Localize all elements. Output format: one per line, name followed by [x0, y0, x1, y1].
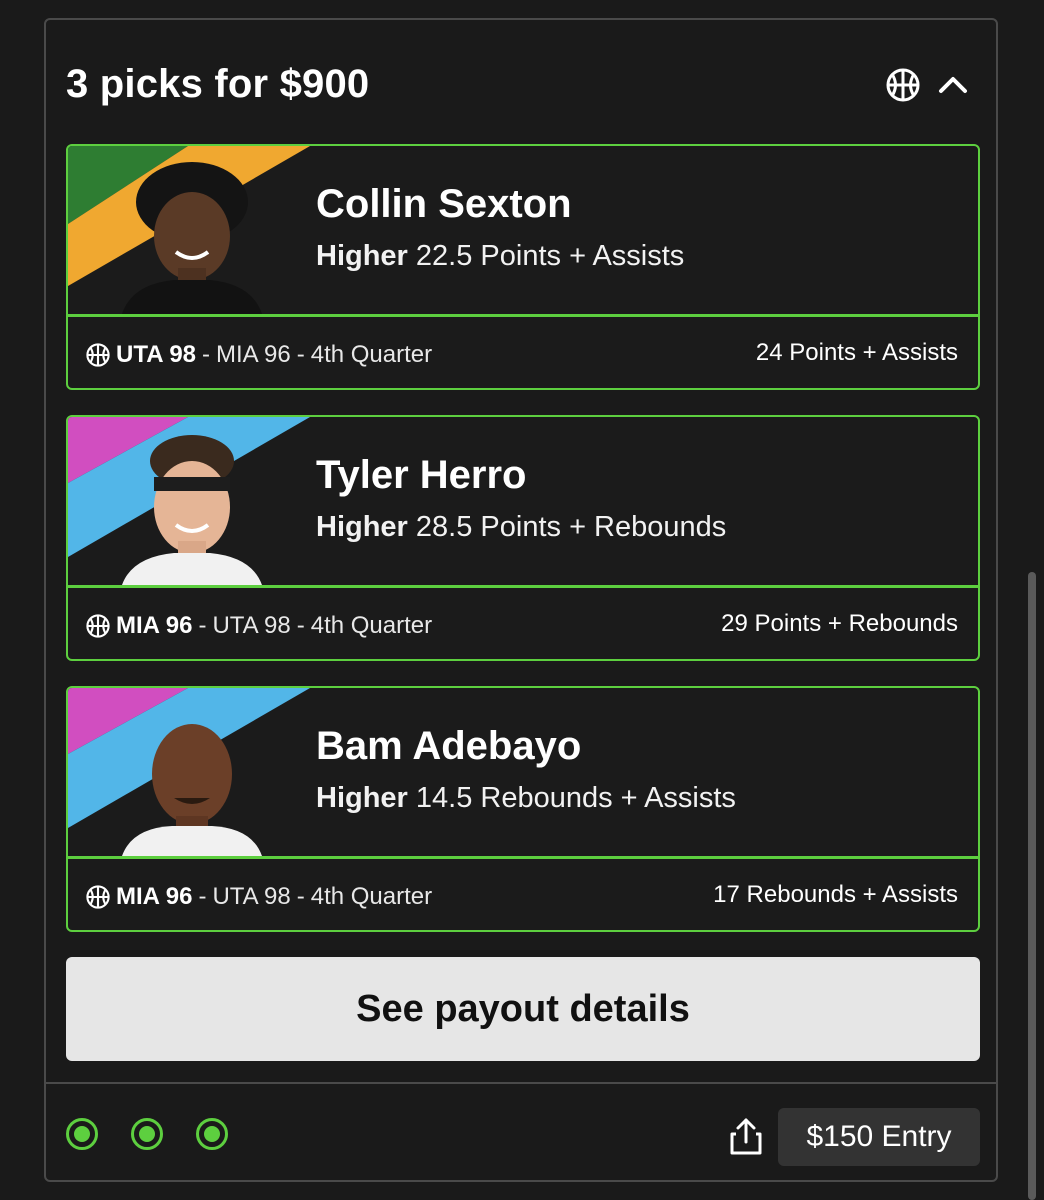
- player-headshot: [122, 162, 262, 314]
- basketball-icon: [86, 614, 110, 638]
- pick-stat: 22.5 Points + Assists: [415, 240, 685, 272]
- separator: -: [296, 883, 305, 910]
- pick-footer: UTA 98 - MIA 96 - 4th Quarter 24 Points …: [68, 317, 978, 388]
- opponent-score: UTA 98: [212, 883, 291, 910]
- pick-header: Tyler Herro Higher 28.5 Points + Rebound…: [68, 417, 978, 588]
- team-score: UTA 98: [116, 341, 197, 368]
- lineup-card: 3 picks for $900 Collin Sexton Higher 22…: [44, 18, 998, 1182]
- see-payout-details-button[interactable]: See payout details: [66, 957, 980, 1061]
- pick-line: Higher 22.5 Points + Assists: [316, 240, 684, 273]
- pick-line: Higher 28.5 Points + Rebounds: [316, 511, 726, 544]
- pick-stat: 28.5 Points + Rebounds: [415, 511, 727, 543]
- game-score: UTA 98 - MIA 96 - 4th Quarter: [86, 341, 432, 369]
- stat-result: 29 Points + Rebounds: [721, 610, 958, 637]
- game-period: 4th Quarter: [310, 341, 433, 368]
- pick-footer: MIA 96 - UTA 98 - 4th Quarter 17 Rebound…: [68, 859, 978, 930]
- player-name: Bam Adebayo: [316, 724, 582, 768]
- basketball-icon: [86, 343, 110, 367]
- player-headshot: [122, 435, 262, 585]
- player-headshot: [122, 724, 262, 856]
- pick-direction: Higher: [316, 782, 408, 814]
- game-period: 4th Quarter: [310, 612, 433, 639]
- stat-result: 24 Points + Assists: [755, 339, 958, 366]
- game-period: 4th Quarter: [310, 883, 433, 910]
- separator: -: [198, 612, 207, 639]
- entry-amount-badge[interactable]: $150 Entry: [778, 1108, 980, 1166]
- pick-card[interactable]: Collin Sexton Higher 22.5 Points + Assis…: [66, 144, 980, 390]
- pick-direction: Higher: [316, 240, 408, 272]
- team-score: MIA 96: [116, 612, 193, 639]
- lineup-title: 3 picks for $900: [66, 62, 370, 106]
- header-icons: [886, 68, 970, 107]
- team-score: MIA 96: [116, 883, 193, 910]
- pick-header: Collin Sexton Higher 22.5 Points + Assis…: [68, 146, 978, 317]
- basketball-icon: [886, 68, 920, 107]
- chevron-up-icon[interactable]: [936, 68, 970, 107]
- pick-card[interactable]: Tyler Herro Higher 28.5 Points + Rebound…: [66, 415, 980, 661]
- stat-result: 17 Rebounds + Assists: [713, 881, 958, 908]
- pick-stat: 14.5 Rebounds + Assists: [415, 782, 736, 814]
- pick-line: Higher 14.5 Rebounds + Assists: [316, 782, 736, 815]
- separator: -: [296, 341, 305, 368]
- scrollbar[interactable]: [1028, 572, 1036, 1200]
- pick-status-dots: [66, 1118, 228, 1150]
- pick-card[interactable]: Bam Adebayo Higher 14.5 Rebounds + Assis…: [66, 686, 980, 932]
- separator: -: [198, 883, 207, 910]
- share-icon[interactable]: [728, 1116, 764, 1156]
- player-name: Collin Sexton: [316, 182, 572, 226]
- opponent-score: MIA 96: [216, 341, 291, 368]
- game-score: MIA 96 - UTA 98 - 4th Quarter: [86, 612, 432, 640]
- pick-direction: Higher: [316, 511, 408, 543]
- status-dot: [131, 1118, 163, 1150]
- game-score: MIA 96 - UTA 98 - 4th Quarter: [86, 883, 432, 911]
- basketball-icon: [86, 885, 110, 909]
- pick-footer: MIA 96 - UTA 98 - 4th Quarter 29 Points …: [68, 588, 978, 659]
- separator: -: [202, 341, 211, 368]
- footer-divider: [46, 1082, 996, 1084]
- status-dot: [66, 1118, 98, 1150]
- card-header: 3 picks for $900: [66, 58, 976, 114]
- opponent-score: UTA 98: [212, 612, 291, 639]
- status-dot: [196, 1118, 228, 1150]
- pick-header: Bam Adebayo Higher 14.5 Rebounds + Assis…: [68, 688, 978, 859]
- player-name: Tyler Herro: [316, 453, 527, 497]
- separator: -: [296, 612, 305, 639]
